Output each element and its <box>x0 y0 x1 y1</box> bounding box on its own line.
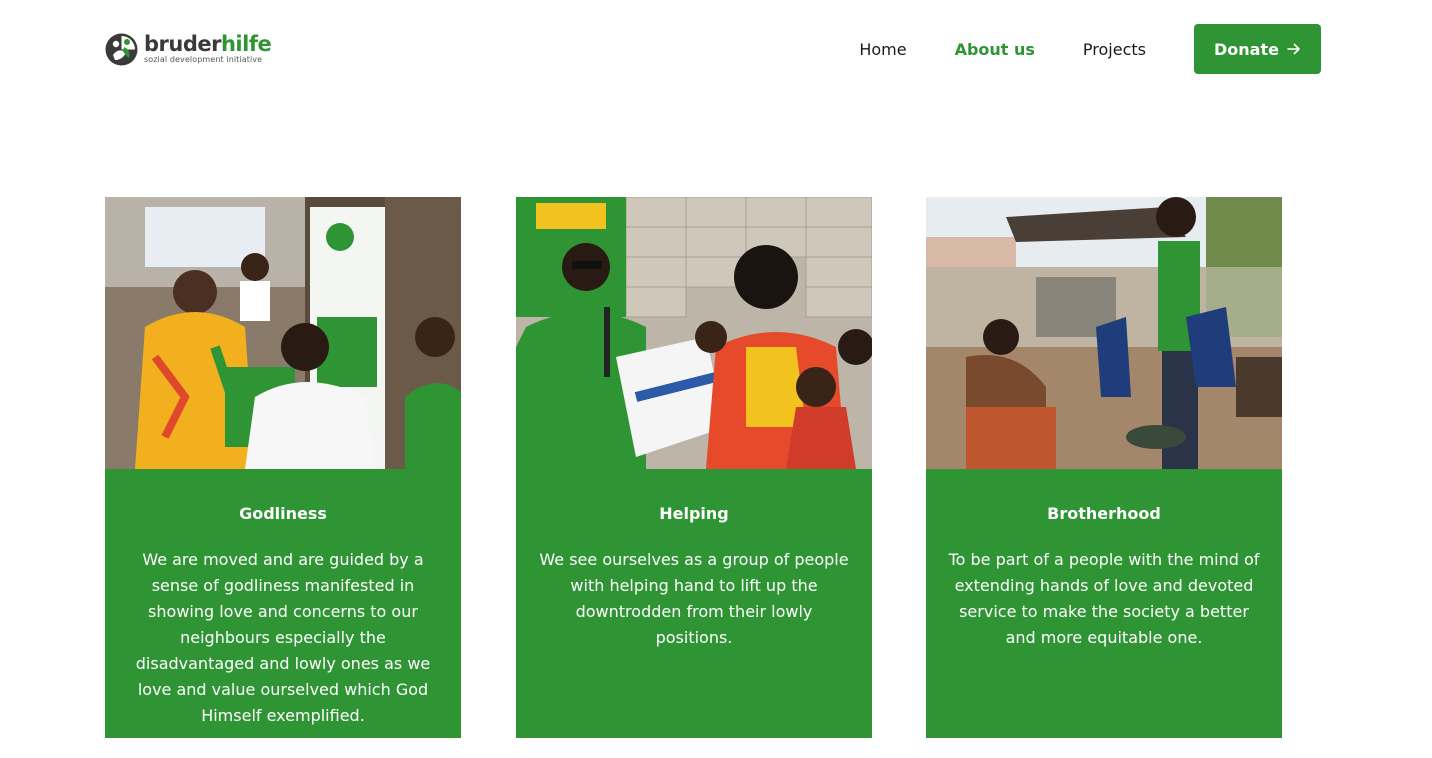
brand-name-part2: hilfe <box>220 32 272 56</box>
brand-tagline: sozial development initiative <box>144 55 263 64</box>
card-title: Brotherhood <box>1047 504 1161 523</box>
arrow-right-icon <box>1287 43 1300 55</box>
nav-home-link[interactable]: Home <box>859 40 906 59</box>
brand-name: bruderhilfe <box>144 32 272 56</box>
donate-button-label: Donate <box>1214 39 1279 59</box>
brotherhood-photo <box>926 197 1282 469</box>
site-header: bruderhilfe sozial development initiativ… <box>0 0 1432 98</box>
nav-about-link[interactable]: About us <box>955 40 1035 59</box>
value-card-godliness: Godliness We are moved and are guided by… <box>105 197 461 738</box>
card-text: We are moved and are guided by a sense o… <box>135 550 431 725</box>
nav-projects-link[interactable]: Projects <box>1083 40 1146 59</box>
card-text: To be part of a people with the mind of … <box>948 550 1260 647</box>
value-card-brotherhood: Brotherhood To be part of a people with … <box>926 197 1282 738</box>
main-nav: Home About us Projects Donate <box>859 24 1321 74</box>
helping-photo <box>516 197 872 469</box>
card-title: Godliness <box>239 504 327 523</box>
brand-logo[interactable]: bruderhilfe sozial development initiativ… <box>105 31 272 67</box>
card-text: We see ourselves as a group of people wi… <box>539 550 849 647</box>
card-title: Helping <box>659 504 729 523</box>
brand-name-part1: bruder <box>144 32 221 56</box>
value-card-helping: Helping We see ourselves as a group of p… <box>516 197 872 738</box>
brand-logo-icon <box>105 33 138 65</box>
donate-button[interactable]: Donate <box>1194 24 1321 74</box>
godliness-photo <box>105 197 461 469</box>
